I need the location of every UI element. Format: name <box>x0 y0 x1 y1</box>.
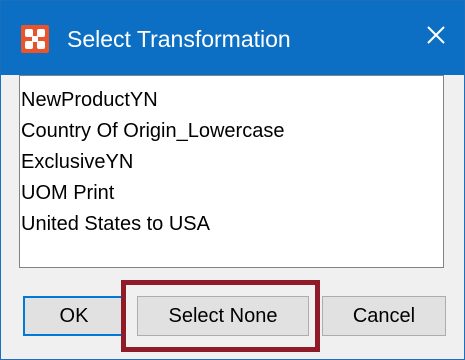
transformation-list[interactable]: NewProductYN Country Of Origin_Lowercase… <box>19 75 444 268</box>
app-logo-icon <box>21 25 49 53</box>
list-item[interactable]: NewProductYN <box>20 85 443 116</box>
list-item[interactable]: United States to USA <box>20 209 443 240</box>
cancel-button[interactable]: Cancel <box>322 296 446 336</box>
close-icon[interactable] <box>418 17 454 53</box>
list-item[interactable]: Country Of Origin_Lowercase <box>20 116 443 147</box>
list-item[interactable]: ExclusiveYN <box>20 147 443 178</box>
title-bar[interactable]: Select Transformation <box>1 1 464 75</box>
ok-button[interactable]: OK <box>23 296 125 336</box>
select-transformation-dialog: Select Transformation NewProductYN Count… <box>0 0 465 360</box>
list-item[interactable]: UOM Print <box>20 178 443 209</box>
window-title: Select Transformation <box>67 26 291 52</box>
select-none-button[interactable]: Select None <box>137 296 309 336</box>
